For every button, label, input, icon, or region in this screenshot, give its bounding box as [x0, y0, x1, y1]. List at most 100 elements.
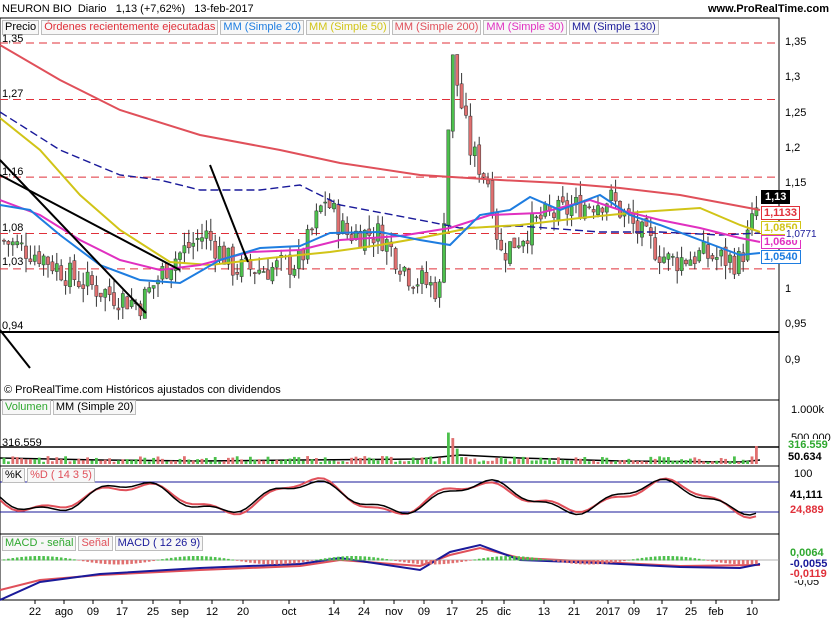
- volume-bar: [332, 460, 336, 464]
- volume-bar: [645, 461, 648, 464]
- macd-hist-bar: [508, 556, 512, 561]
- legend-k[interactable]: %K: [2, 468, 26, 483]
- macd-hist-bar: [306, 560, 309, 562]
- legend-ma200[interactable]: MM (Simple 200): [391, 20, 482, 35]
- legend-signal[interactable]: Señal: [78, 536, 113, 551]
- volume-bar: [90, 460, 94, 464]
- legend-d[interactable]: %D ( 14 3 5): [27, 468, 95, 483]
- volume-bar: [535, 460, 538, 464]
- candle-body: [270, 266, 275, 282]
- macd-hist-bar: [398, 560, 402, 562]
- macd-hist-bar: [403, 560, 406, 563]
- volume-bar: [455, 448, 459, 464]
- volume-bar: [398, 460, 402, 464]
- candle-body: [393, 248, 398, 270]
- volume-bar: [376, 460, 380, 464]
- volume-bar: [464, 457, 468, 464]
- candle-body: [486, 179, 490, 185]
- candle-body: [261, 271, 266, 273]
- candle-body: [609, 189, 614, 201]
- volume-bar: [59, 459, 63, 464]
- macd-hist-bar: [561, 560, 565, 563]
- volume-bar: [438, 457, 441, 464]
- macd-hist-bar: [420, 560, 424, 565]
- volume-bar: [530, 460, 534, 464]
- macd-hist-bar: [627, 559, 631, 561]
- stoch-d-badge: 24,889: [790, 504, 824, 516]
- volume-bar: [117, 460, 120, 464]
- macd-hist-bar: [429, 560, 433, 565]
- candle-body: [15, 241, 20, 246]
- macd-hist-bar: [161, 559, 164, 561]
- volume-bar: [11, 456, 15, 464]
- volume-bar: [715, 460, 719, 464]
- macd-hist-bar: [42, 556, 45, 561]
- candle-body: [217, 245, 222, 261]
- macd-hist-bar: [275, 560, 279, 565]
- candle-body: [24, 245, 28, 259]
- macd-hist-bar: [227, 558, 230, 561]
- candle-body: [596, 205, 600, 216]
- macd-hist-bar: [658, 556, 661, 561]
- candle-body: [204, 230, 209, 239]
- macd-hist-bar: [689, 557, 692, 561]
- candle-body: [116, 307, 121, 311]
- macd-hist-bar: [33, 556, 37, 561]
- macd-hist-bar: [491, 557, 494, 561]
- stoch-tick: 100: [794, 468, 813, 480]
- legend-ma130[interactable]: MM (Simple 130): [569, 20, 659, 35]
- volume-ma-badge: 50.634: [788, 451, 822, 463]
- candle-body: [552, 212, 556, 218]
- volume-bar: [213, 457, 217, 464]
- macd-hist-bar: [319, 558, 323, 561]
- volume-bar: [442, 461, 446, 464]
- macd-hist-bar: [73, 559, 76, 561]
- legend-orders[interactable]: Órdenes recientemente ejecutadas: [41, 20, 219, 35]
- legend-volume[interactable]: Volumen: [2, 400, 51, 415]
- volume-bar: [724, 458, 727, 464]
- candle-body: [318, 205, 323, 212]
- candle-body: [112, 292, 116, 306]
- macd-hist-bar: [2, 559, 6, 561]
- macd-hist-bar: [455, 560, 459, 563]
- volume-bar: [680, 459, 683, 464]
- x-tick-label: 21: [568, 606, 580, 618]
- candle-body: [186, 242, 191, 249]
- legend-macd-hist[interactable]: MACD - señal: [2, 536, 77, 551]
- y-tick: 0,95: [785, 318, 807, 330]
- volume-bar: [565, 460, 569, 464]
- macd-hist-bar: [359, 556, 362, 561]
- volume-bar: [521, 456, 525, 464]
- macd-hist-bar: [425, 560, 428, 565]
- x-tick-label: sep: [171, 606, 189, 618]
- volume-bar: [7, 461, 10, 464]
- volume-bar: [156, 456, 160, 464]
- legend-ma30[interactable]: MM (Simple 30): [483, 20, 568, 35]
- macd-hist-bar: [222, 558, 226, 561]
- macd-hist-bar: [517, 556, 521, 561]
- candle-body: [235, 272, 240, 275]
- volume-bar: [231, 457, 235, 464]
- candle-body: [37, 251, 42, 264]
- candle-body: [503, 253, 508, 261]
- volume-bar: [367, 457, 371, 464]
- macd-hist-bar: [95, 560, 98, 564]
- candle-body: [578, 194, 583, 219]
- stoch-legend: %K %D ( 14 3 5): [2, 468, 97, 483]
- volume-bar: [293, 456, 296, 464]
- candle-body: [94, 285, 99, 297]
- macd-hist-bar: [447, 560, 450, 564]
- legend-macd[interactable]: MACD ( 12 26 9): [114, 536, 204, 551]
- legend-ma50[interactable]: MM (Simple 50): [306, 20, 390, 35]
- macd-hist-bar: [587, 560, 591, 565]
- price-legend: Precio Órdenes recientemente ejecutadas …: [2, 20, 661, 35]
- volume-bar: [618, 460, 622, 464]
- macd-hist-bar: [565, 560, 569, 564]
- macd-hist-bar: [253, 560, 257, 564]
- volume-bar: [235, 456, 239, 464]
- volume-bar: [222, 461, 226, 464]
- candle-body: [468, 115, 473, 156]
- candle-body: [10, 241, 15, 246]
- legend-volume-ma[interactable]: MM (Simple 20): [52, 400, 137, 415]
- legend-ma20[interactable]: MM (Simple 20): [220, 20, 305, 35]
